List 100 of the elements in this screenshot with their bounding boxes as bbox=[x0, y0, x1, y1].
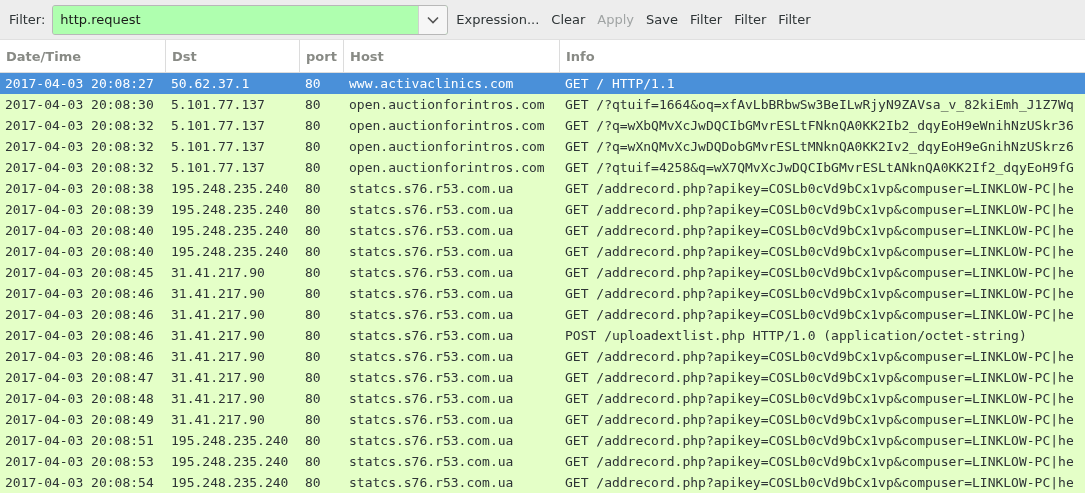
toolbar-button[interactable]: Expression... bbox=[450, 8, 546, 31]
table-cell-text: 31.41.217.90 bbox=[170, 286, 266, 301]
table-row[interactable]: 2017-04-03 20:08:45 31.41.217.90 80 statcs.s76.r53.com.ua GET /addrecord.php?apikey=COSLb0cVd9bCx1vp&compuser=LINKLOW-PC|he bbox=[0, 262, 1085, 283]
table-cell-text: 2017-04-03 20:08:39 bbox=[4, 202, 155, 217]
table-cell-text: 5.101.77.137 bbox=[170, 118, 266, 133]
table-cell-text: GET /addrecord.php?apikey=COSLb0cVd9bCx1vp&compuser=LINKLOW-PC|he bbox=[564, 265, 1075, 280]
table-cell-text: 5.101.77.137 bbox=[170, 160, 266, 175]
table-row[interactable]: 2017-04-03 20:08:53 195.248.235.240 80 statcs.s76.r53.com.ua GET /addrecord.php?apikey=COSLb0cVd9bCx1vp&compuser=LINKLOW-PC|he bbox=[0, 451, 1085, 472]
chevron-down-icon bbox=[427, 15, 440, 24]
table-cell-text: 80 bbox=[304, 97, 322, 112]
table-cell-text: 195.248.235.240 bbox=[170, 244, 290, 259]
table-cell-text: 80 bbox=[304, 160, 322, 175]
table-cell-text: GET /addrecord.php?apikey=COSLb0cVd9bCx1vp&compuser=LINKLOW-PC|he bbox=[564, 412, 1075, 427]
table-cell-text: 2017-04-03 20:08:30 bbox=[4, 97, 155, 112]
table-cell-text: GET /addrecord.php?apikey=COSLb0cVd9bCx1vp&compuser=LINKLOW-PC|he bbox=[564, 370, 1075, 385]
filter-label: Filter: bbox=[9, 12, 46, 27]
table-cell-text: open.auctionforintros.com bbox=[348, 139, 546, 154]
table-cell-text: GET /addrecord.php?apikey=COSLb0cVd9bCx1vp&compuser=LINKLOW-PC|he bbox=[564, 391, 1075, 406]
table-cell-text: 31.41.217.90 bbox=[170, 349, 266, 364]
table-row[interactable]: 2017-04-03 20:08:32 5.101.77.137 80 open.auctionforintros.com GET /?qtuif=4258&q=wX7QMvXcJwDQCIbGMvrESLtANknQA0KK2If2_dqyEoH9fG bbox=[0, 157, 1085, 178]
table-cell-text: 2017-04-03 20:08:51 bbox=[4, 433, 155, 448]
table-cell-text: statcs.s76.r53.com.ua bbox=[348, 370, 515, 385]
table-cell-text: statcs.s76.r53.com.ua bbox=[348, 265, 515, 280]
table-row[interactable]: 2017-04-03 20:08:38 195.248.235.240 80 statcs.s76.r53.com.ua GET /addrecord.php?apikey=COSLb0cVd9bCx1vp&compuser=LINKLOW-PC|he bbox=[0, 178, 1085, 199]
table-cell-text: 2017-04-03 20:08:48 bbox=[4, 391, 155, 406]
table-cell-text: statcs.s76.r53.com.ua bbox=[348, 286, 515, 301]
table-cell-text: statcs.s76.r53.com.ua bbox=[348, 328, 515, 343]
table-row[interactable]: 2017-04-03 20:08:54 195.248.235.240 80 statcs.s76.r53.com.ua GET /addrecord.php?apikey=COSLb0cVd9bCx1vp&compuser=LINKLOW-PC|he bbox=[0, 472, 1085, 493]
table-cell-text: 2017-04-03 20:08:32 bbox=[4, 160, 155, 175]
table-cell-text: GET /?q=wXnQMvXcJwDQDobGMvrESLtMNknQA0KK2Iv2_dqyEoH9eGnihNzUSkrz6 bbox=[564, 139, 1075, 154]
table-cell-text: 31.41.217.90 bbox=[170, 265, 266, 280]
table-row[interactable]: 2017-04-03 20:08:40 195.248.235.240 80 statcs.s76.r53.com.ua GET /addrecord.php?apikey=COSLb0cVd9bCx1vp&compuser=LINKLOW-PC|he bbox=[0, 241, 1085, 262]
table-cell-text: 80 bbox=[304, 118, 322, 133]
table-row[interactable]: 2017-04-03 20:08:48 31.41.217.90 80 statcs.s76.r53.com.ua GET /addrecord.php?apikey=COSLb0cVd9bCx1vp&compuser=LINKLOW-PC|he bbox=[0, 388, 1085, 409]
table-cell-text: 2017-04-03 20:08:49 bbox=[4, 412, 155, 427]
table-cell-text: 2017-04-03 20:08:45 bbox=[4, 265, 155, 280]
table-cell-text: 80 bbox=[304, 433, 322, 448]
table-row[interactable]: 2017-04-03 20:08:40 195.248.235.240 80 statcs.s76.r53.com.ua GET /addrecord.php?apikey=COSLb0cVd9bCx1vp&compuser=LINKLOW-PC|he bbox=[0, 220, 1085, 241]
table-cell-text: statcs.s76.r53.com.ua bbox=[348, 433, 515, 448]
toolbar-button[interactable]: Clear bbox=[545, 8, 592, 31]
table-cell-text: 195.248.235.240 bbox=[170, 223, 290, 238]
table-cell-text: 2017-04-03 20:08:27 bbox=[4, 76, 155, 91]
table-cell-text: 80 bbox=[304, 286, 322, 301]
table-cell-text: 2017-04-03 20:08:46 bbox=[4, 349, 155, 364]
table-cell-text: statcs.s76.r53.com.ua bbox=[348, 391, 515, 406]
table-cell-text: 2017-04-03 20:08:53 bbox=[4, 454, 155, 469]
table-cell-text: open.auctionforintros.com bbox=[348, 118, 546, 133]
table-cell-text: open.auctionforintros.com bbox=[348, 97, 546, 112]
table-cell-text: 5.101.77.137 bbox=[170, 97, 266, 112]
table-cell-text: statcs.s76.r53.com.ua bbox=[348, 307, 515, 322]
toolbar-button[interactable]: Filter bbox=[772, 8, 817, 31]
table-cell-text: 80 bbox=[304, 265, 322, 280]
table-cell-text: statcs.s76.r53.com.ua bbox=[348, 181, 515, 196]
table-cell-text: 80 bbox=[304, 202, 322, 217]
table-row[interactable]: 2017-04-03 20:08:47 31.41.217.90 80 statcs.s76.r53.com.ua GET /addrecord.php?apikey=COSLb0cVd9bCx1vp&compuser=LINKLOW-PC|he bbox=[0, 367, 1085, 388]
table-cell-text: GET /addrecord.php?apikey=COSLb0cVd9bCx1vp&compuser=LINKLOW-PC|he bbox=[564, 202, 1075, 217]
toolbar-button[interactable]: Filter bbox=[683, 8, 729, 31]
table-cell-text: 31.41.217.90 bbox=[170, 328, 266, 343]
table-cell-text: 50.62.37.1 bbox=[170, 76, 251, 91]
table-cell-text: GET /?qtuif=1664&oq=xfAvLbBRbwSw3BeILwRjyN9ZAVsa_v_82kiEmh_J1Z7Wq bbox=[564, 97, 1075, 112]
table-cell-text: 80 bbox=[304, 223, 322, 238]
table-cell-text: 80 bbox=[304, 328, 322, 343]
table-cell-text: 31.41.217.90 bbox=[170, 370, 266, 385]
table-row[interactable]: 2017-04-03 20:08:46 31.41.217.90 80 statcs.s76.r53.com.ua GET /addrecord.php?apikey=COSLb0cVd9bCx1vp&compuser=LINKLOW-PC|he bbox=[0, 346, 1085, 367]
table-cell-text: 2017-04-03 20:08:38 bbox=[4, 181, 155, 196]
table-cell-text: 2017-04-03 20:08:40 bbox=[4, 244, 155, 259]
toolbar-button[interactable]: Filter bbox=[728, 8, 773, 31]
table-cell-text: 80 bbox=[304, 181, 322, 196]
table-cell-text: GET /addrecord.php?apikey=COSLb0cVd9bCx1vp&compuser=LINKLOW-PC|he bbox=[564, 454, 1075, 469]
table-cell-text: 2017-04-03 20:08:46 bbox=[4, 307, 155, 322]
table-row[interactable]: 2017-04-03 20:08:46 31.41.217.90 80 statcs.s76.r53.com.ua POST /uploadextlist.php HTTP/1.0 (application/octet-string) bbox=[0, 325, 1085, 346]
table-cell-text: GET /addrecord.php?apikey=COSLb0cVd9bCx1vp&compuser=LINKLOW-PC|he bbox=[564, 244, 1075, 259]
table-cell-text: GET /addrecord.php?apikey=COSLb0cVd9bCx1vp&compuser=LINKLOW-PC|he bbox=[564, 181, 1075, 196]
table-cell-text: GET /addrecord.php?apikey=COSLb0cVd9bCx1vp&compuser=LINKLOW-PC|he bbox=[564, 307, 1075, 322]
table-row[interactable]: 2017-04-03 20:08:46 31.41.217.90 80 statcs.s76.r53.com.ua GET /addrecord.php?apikey=COSLb0cVd9bCx1vp&compuser=LINKLOW-PC|he bbox=[0, 283, 1085, 304]
table-cell-text: www.activaclinics.com bbox=[348, 76, 515, 91]
table-cell-text: 195.248.235.240 bbox=[170, 433, 290, 448]
table-cell-text: statcs.s76.r53.com.ua bbox=[348, 454, 515, 469]
table-cell-text: GET /?qtuif=4258&q=wX7QMvXcJwDQCIbGMvrESLtANknQA0KK2If2_dqyEoH9fG bbox=[564, 160, 1075, 175]
table-cell-text: POST /uploadextlist.php HTTP/1.0 (application/octet-string) bbox=[564, 328, 1028, 343]
toolbar-button[interactable]: Save bbox=[640, 8, 684, 31]
table-cell-text: 80 bbox=[304, 349, 322, 364]
table-row[interactable]: 2017-04-03 20:08:51 195.248.235.240 80 statcs.s76.r53.com.ua GET /addrecord.php?apikey=COSLb0cVd9bCx1vp&compuser=LINKLOW-PC|he bbox=[0, 430, 1085, 451]
table-row[interactable]: 2017-04-03 20:08:32 5.101.77.137 80 open.auctionforintros.com GET /?q=wXnQMvXcJwDQDobGMvrESLtMNknQA0KK2Iv2_dqyEoH9eGnihNzUSkrz6 bbox=[0, 136, 1085, 157]
table-row[interactable]: 2017-04-03 20:08:39 195.248.235.240 80 statcs.s76.r53.com.ua GET /addrecord.php?apikey=COSLb0cVd9bCx1vp&compuser=LINKLOW-PC|he bbox=[0, 199, 1085, 220]
table-cell-text: statcs.s76.r53.com.ua bbox=[348, 223, 515, 238]
table-cell-text: 80 bbox=[304, 307, 322, 322]
table-cell-text: 2017-04-03 20:08:32 bbox=[4, 139, 155, 154]
table-cell-text: GET /addrecord.php?apikey=COSLb0cVd9bCx1vp&compuser=LINKLOW-PC|he bbox=[564, 286, 1075, 301]
table-cell-text: statcs.s76.r53.com.ua bbox=[348, 202, 515, 217]
table-cell-text: 2017-04-03 20:08:32 bbox=[4, 118, 155, 133]
dropdown-button[interactable] bbox=[418, 5, 448, 34]
table-row[interactable]: 2017-04-03 20:08:46 31.41.217.90 80 statcs.s76.r53.com.ua GET /addrecord.php?apikey=COSLb0cVd9bCx1vp&compuser=LINKLOW-PC|he bbox=[0, 304, 1085, 325]
table-row[interactable]: 2017-04-03 20:08:30 5.101.77.137 80 open.auctionforintros.com GET /?qtuif=1664&oq=xfAvLbBRbwSw3BeILwRjyN9ZAVsa_v_82kiEmh_J1Z7Wq bbox=[0, 94, 1085, 115]
table-row[interactable]: 2017-04-03 20:08:49 31.41.217.90 80 statcs.s76.r53.com.ua GET /addrecord.php?apikey=COSLb0cVd9bCx1vp&compuser=LINKLOW-PC|he bbox=[0, 409, 1085, 430]
table-cell-text: 31.41.217.90 bbox=[170, 412, 266, 427]
table-cell-text: 2017-04-03 20:08:40 bbox=[4, 223, 155, 238]
table-cell-text: 80 bbox=[304, 244, 322, 259]
table-row[interactable]: 2017-04-03 20:08:32 5.101.77.137 80 open.auctionforintros.com GET /?q=wXbQMvXcJwDQCIbGMvrESLtFNknQA0KK2Ib2_dqyEoH9eWnihNzUSkr36 bbox=[0, 115, 1085, 136]
table-cell-text: GET /addrecord.php?apikey=COSLb0cVd9bCx1vp&compuser=LINKLOW-PC|he bbox=[564, 475, 1075, 490]
